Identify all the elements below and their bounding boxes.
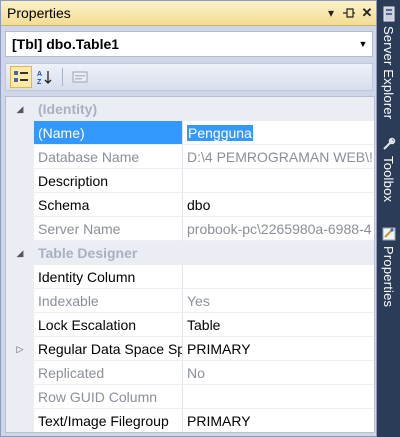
object-selector-dropdown[interactable]: [Tbl] dbo.Table1 ▼ xyxy=(5,31,373,57)
collapse-triangle-icon[interactable]: ◢ xyxy=(6,241,34,265)
property-name: Row GUID Column xyxy=(34,385,183,409)
property-name: Indexable xyxy=(34,289,183,313)
category-identity[interactable]: ◢ (Identity) xyxy=(6,97,374,121)
property-pages-icon xyxy=(72,71,88,83)
svg-text:A: A xyxy=(37,71,42,78)
property-value[interactable]: dbo xyxy=(183,193,374,217)
chevron-down-icon[interactable]: ▼ xyxy=(354,39,372,49)
property-value[interactable] xyxy=(183,169,374,193)
panel-title: Properties xyxy=(7,5,71,21)
property-row-server-name[interactable]: Server Name probook-pc\2265980a-6988-4 xyxy=(6,217,374,241)
category-table-designer[interactable]: ◢ Table Designer xyxy=(6,241,374,265)
property-row-database-name[interactable]: Database Name D:\4 PEMROGRAMAN WEB\! xyxy=(6,145,374,169)
categorized-view-button[interactable] xyxy=(10,66,32,88)
property-value: Yes xyxy=(183,289,374,313)
property-name: Schema xyxy=(34,193,183,217)
close-icon[interactable]: ✕ xyxy=(358,4,376,22)
property-name: Regular Data Space Sp xyxy=(34,337,183,361)
tab-properties[interactable]: Properties xyxy=(377,226,400,307)
properties-panel: Properties ▾ ✕ [Tbl] dbo.Table1 ▼ A Z ◢ … xyxy=(0,0,377,437)
window-position-dropdown-icon[interactable]: ▾ xyxy=(322,4,340,22)
side-tab-strip: Server Explorer Toolbox Properties xyxy=(377,0,400,437)
properties-toolbar: A Z xyxy=(5,63,373,91)
property-name: (Name) xyxy=(34,121,183,145)
property-row-name[interactable]: (Name) Pengguna xyxy=(6,121,374,145)
property-row-schema[interactable]: Schema dbo xyxy=(6,193,374,217)
property-name: Identity Column xyxy=(34,265,183,289)
category-label: (Identity) xyxy=(38,101,98,117)
alphabetical-view-button[interactable]: A Z xyxy=(34,66,56,88)
auto-hide-pin-icon[interactable] xyxy=(340,4,358,22)
object-selector-value: [Tbl] dbo.Table1 xyxy=(12,36,120,52)
property-name: Database Name xyxy=(34,145,183,169)
toolbar-separator xyxy=(62,68,63,86)
tab-label: Toolbox xyxy=(381,156,396,203)
tab-server-explorer[interactable]: Server Explorer xyxy=(377,6,400,119)
svg-text:Z: Z xyxy=(37,79,42,85)
toolbox-icon xyxy=(382,137,395,150)
property-row-lock-escalation[interactable]: Lock Escalation Table xyxy=(6,313,374,337)
property-value[interactable]: Pengguna xyxy=(187,124,253,141)
property-row-regular-data-space[interactable]: ▷ Regular Data Space Sp PRIMARY xyxy=(6,337,374,361)
property-grid: ◢ (Identity) (Name) Pengguna Database Na… xyxy=(5,96,375,433)
property-name: Text/Image Filegroup xyxy=(34,409,183,432)
sort-alphabetical-icon: A Z xyxy=(37,71,52,85)
property-name: Lock Escalation xyxy=(34,313,183,337)
property-row-indexable[interactable]: Indexable Yes xyxy=(6,289,374,313)
categorized-icon xyxy=(14,71,28,82)
property-row-row-guid-column[interactable]: Row GUID Column xyxy=(6,385,374,409)
property-value[interactable] xyxy=(183,265,374,289)
tab-label: Server Explorer xyxy=(381,26,396,120)
property-row-replicated[interactable]: Replicated No xyxy=(6,361,374,385)
server-explorer-icon xyxy=(383,6,394,22)
property-value[interactable]: PRIMARY xyxy=(183,409,374,432)
category-label: Table Designer xyxy=(38,245,138,261)
property-row-description[interactable]: Description xyxy=(6,169,374,193)
property-value: No xyxy=(183,361,374,385)
property-name: Replicated xyxy=(34,361,183,385)
expand-triangle-icon[interactable]: ▷ xyxy=(6,337,34,361)
panel-titlebar: Properties ▾ ✕ xyxy=(1,1,376,26)
property-row-identity-column[interactable]: Identity Column xyxy=(6,265,374,289)
property-value xyxy=(183,385,374,409)
collapse-triangle-icon[interactable]: ◢ xyxy=(6,97,34,121)
property-value[interactable]: Table xyxy=(183,313,374,337)
property-pages-button[interactable] xyxy=(69,66,91,88)
property-value: D:\4 PEMROGRAMAN WEB\! xyxy=(183,145,374,169)
tab-label: Properties xyxy=(381,246,396,308)
properties-icon xyxy=(382,227,395,241)
property-name: Server Name xyxy=(34,217,183,241)
property-value-cell[interactable]: Pengguna xyxy=(183,121,374,145)
property-name: Description xyxy=(34,169,183,193)
property-value[interactable]: PRIMARY xyxy=(183,337,374,361)
tab-toolbox[interactable]: Toolbox xyxy=(377,136,400,202)
property-value: probook-pc\2265980a-6988-4 xyxy=(183,217,374,241)
property-row-text-image-filegroup[interactable]: Text/Image Filegroup PRIMARY xyxy=(6,409,374,432)
